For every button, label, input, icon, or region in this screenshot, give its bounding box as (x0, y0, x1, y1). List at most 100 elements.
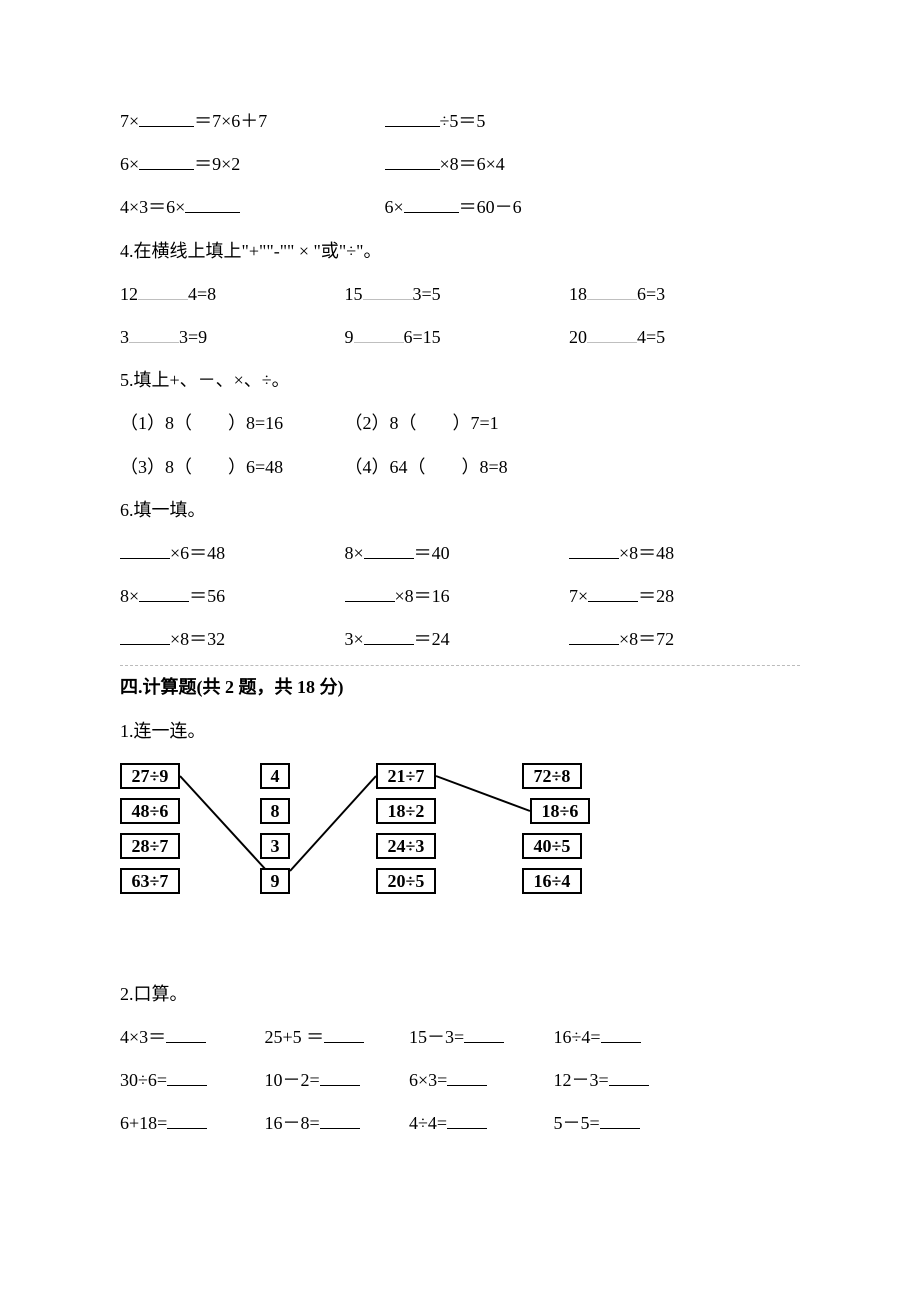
txt: 8× (120, 586, 139, 606)
blank[interactable] (447, 1110, 487, 1129)
txt: 3=9 (179, 327, 207, 347)
txt: 6=15 (404, 327, 441, 347)
q6-title: 6.填一填。 (120, 489, 800, 532)
match-box: 63÷7 (120, 868, 180, 894)
blank[interactable] (404, 194, 459, 213)
blank[interactable] (569, 540, 619, 559)
txt: ×8＝32 (170, 629, 225, 649)
blank[interactable] (600, 1110, 640, 1129)
blank[interactable] (139, 108, 194, 127)
blank[interactable] (364, 626, 414, 645)
q3-row-2: 6× ＝9×2 ×8＝6×4 (120, 143, 800, 186)
blank[interactable] (320, 1067, 360, 1086)
q3-r2a-post: ＝9×2 (194, 154, 240, 174)
q5-row-1: （1）8（ ）8=16 （2）8（ ）7=1 (120, 402, 800, 445)
match-box: 8 (260, 798, 290, 824)
txt: 4=5 (637, 327, 665, 347)
match-box: 18÷2 (376, 798, 436, 824)
txt: 15 (345, 284, 363, 304)
q3-row-3: 4×3＝6× 6×＝60－6 (120, 186, 800, 229)
txt: 16÷4= (554, 1027, 601, 1047)
txt: 4÷4= (409, 1113, 447, 1133)
blank[interactable] (464, 1024, 504, 1043)
blank[interactable] (167, 1067, 207, 1086)
q3-r2b-post: ×8＝6×4 (440, 154, 505, 174)
txt: 6+18= (120, 1113, 167, 1133)
match-box: 4 (260, 763, 290, 789)
q5-i4: （4）64（ ）8=8 (345, 446, 508, 489)
q6-row-2: 8× ＝56 ×8＝16 7× ＝28 (120, 575, 800, 618)
blank[interactable] (569, 626, 619, 645)
blank[interactable] (587, 281, 637, 300)
blank[interactable] (185, 194, 240, 213)
match-box: 16÷4 (522, 868, 582, 894)
blank[interactable] (120, 540, 170, 559)
txt: ×6＝48 (170, 543, 225, 563)
calc-row-2: 30÷6= 10－2= 6×3= 12－3= (120, 1059, 800, 1102)
blank[interactable] (120, 626, 170, 645)
q3-r1a-pre: 7× (120, 111, 139, 131)
txt: ＝56 (189, 586, 225, 606)
blank[interactable] (139, 583, 189, 602)
matching-diagram: 27÷9 48÷6 28÷7 63÷7 4 8 3 9 21÷7 18÷2 24… (120, 763, 660, 943)
txt: 3× (345, 629, 364, 649)
section-4-title: 四.计算题(共 2 题，共 18 分) (120, 666, 800, 709)
worksheet-page: 7× ＝7×6＋7 ÷5＝5 6× ＝9×2 ×8＝6×4 4×3＝6× 6×＝60… (0, 0, 920, 1206)
txt: 3=5 (413, 284, 441, 304)
blank[interactable] (363, 281, 413, 300)
q3-r1b-post: ÷5＝5 (440, 111, 486, 131)
blank[interactable] (588, 583, 638, 602)
match-box: 48÷6 (120, 798, 180, 824)
blank[interactable] (324, 1024, 364, 1043)
q4-row-1: 124=8 153=5 186=3 (120, 273, 800, 316)
blank[interactable] (609, 1067, 649, 1086)
blank[interactable] (320, 1110, 360, 1129)
blank[interactable] (587, 324, 637, 343)
txt: ＝28 (638, 586, 674, 606)
txt: 12－3= (554, 1070, 609, 1090)
txt: 15－3= (409, 1027, 464, 1047)
blank[interactable] (354, 324, 404, 343)
txt: 3 (120, 327, 129, 347)
q3-r3a-pre: 4×3＝6× (120, 197, 185, 217)
txt: 5－5= (554, 1113, 600, 1133)
blank[interactable] (447, 1067, 487, 1086)
txt: 4=8 (188, 284, 216, 304)
txt: ＝40 (414, 543, 450, 563)
blank[interactable] (385, 151, 440, 170)
calc-row-1: 4×3＝ 25+5 ＝ 15－3= 16÷4= (120, 1016, 800, 1059)
blank[interactable] (385, 108, 440, 127)
txt: 6=3 (637, 284, 665, 304)
q5-i1: （1）8（ ）8=16 (120, 402, 340, 445)
q3-r1a-post: ＝7×6＋7 (194, 111, 267, 131)
blank[interactable] (138, 281, 188, 300)
match-box: 3 (260, 833, 290, 859)
txt: ＝24 (414, 629, 450, 649)
blank[interactable] (601, 1024, 641, 1043)
blank[interactable] (139, 151, 194, 170)
txt: 25+5 ＝ (265, 1027, 325, 1047)
match-box: 24÷3 (376, 833, 436, 859)
blank[interactable] (166, 1024, 206, 1043)
match-box: 28÷7 (120, 833, 180, 859)
blank[interactable] (129, 324, 179, 343)
q3-r2a-pre: 6× (120, 154, 139, 174)
q6-row-3: ×8＝32 3×＝24 ×8＝72 (120, 618, 800, 661)
q6-row-1: ×6＝48 8×＝40 ×8＝48 (120, 532, 800, 575)
q5-row-2: （3）8（ ）6=48 （4）64（ ）8=8 (120, 446, 800, 489)
txt: 20 (569, 327, 587, 347)
q3-r3b-post: ＝60－6 (459, 197, 522, 217)
blank[interactable] (364, 540, 414, 559)
txt: 10－2= (265, 1070, 320, 1090)
match-box: 9 (260, 868, 290, 894)
txt: 18 (569, 284, 587, 304)
q3-row-1: 7× ＝7×6＋7 ÷5＝5 (120, 100, 800, 143)
txt: 16－8= (265, 1113, 320, 1133)
txt: ×8＝16 (395, 586, 450, 606)
txt: 4×3＝ (120, 1027, 166, 1047)
blank[interactable] (167, 1110, 207, 1129)
q4-title: 4.在横线上填上"+""-"" × "或"÷"。 (120, 230, 800, 273)
calc-row-3: 6+18= 16－8= 4÷4= 5－5= (120, 1102, 800, 1145)
txt: 7× (569, 586, 588, 606)
blank[interactable] (345, 583, 395, 602)
